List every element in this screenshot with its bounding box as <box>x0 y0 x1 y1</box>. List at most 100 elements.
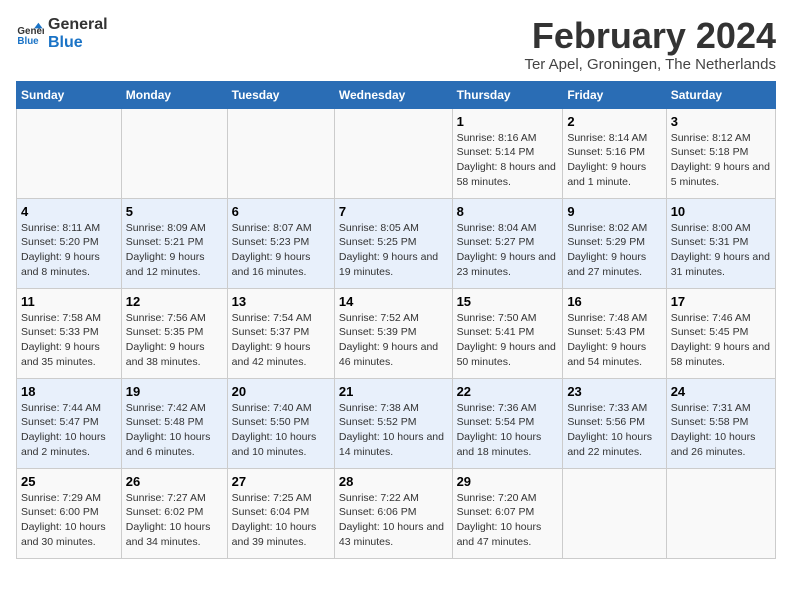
week-row-2: 4 Sunrise: 8:11 AM Sunset: 5:20 PM Daylig… <box>17 198 776 288</box>
day-cell: 1 Sunrise: 8:16 AM Sunset: 5:14 PM Daylig… <box>452 108 563 198</box>
day-cell: 29 Sunrise: 7:20 AM Sunset: 6:07 PM Dayli… <box>452 468 563 558</box>
day-info: Sunrise: 8:14 AM Sunset: 5:16 PM Dayligh… <box>567 131 661 190</box>
day-info: Sunrise: 7:46 AM Sunset: 5:45 PM Dayligh… <box>671 311 771 370</box>
day-number: 1 <box>457 114 559 129</box>
day-cell: 12 Sunrise: 7:56 AM Sunset: 5:35 PM Dayli… <box>121 288 227 378</box>
logo-line1: General <box>48 16 108 34</box>
day-cell <box>121 108 227 198</box>
day-cell: 15Sunrise: 7:50 AM Sunset: 5:41 PM Dayli… <box>452 288 563 378</box>
day-number: 8 <box>457 204 559 219</box>
day-number: 6 <box>232 204 330 219</box>
day-cell <box>563 468 666 558</box>
svg-text:Blue: Blue <box>17 35 39 46</box>
day-cell <box>227 108 334 198</box>
day-cell <box>666 468 775 558</box>
day-number: 4 <box>21 204 117 219</box>
day-cell: 18Sunrise: 7:44 AM Sunset: 5:47 PM Dayli… <box>17 378 122 468</box>
day-info: Sunrise: 7:56 AM Sunset: 5:35 PM Dayligh… <box>126 311 223 370</box>
day-cell: 27 Sunrise: 7:25 AM Sunset: 6:04 PM Dayli… <box>227 468 334 558</box>
day-info: Sunrise: 8:00 AM Sunset: 5:31 PM Dayligh… <box>671 221 771 280</box>
day-cell <box>334 108 452 198</box>
day-info: Sunrise: 7:33 AM Sunset: 5:56 PM Dayligh… <box>567 401 661 460</box>
day-info: Sunrise: 7:36 AM Sunset: 5:54 PM Dayligh… <box>457 401 559 460</box>
week-row-4: 18Sunrise: 7:44 AM Sunset: 5:47 PM Dayli… <box>17 378 776 468</box>
day-info: Sunrise: 7:54 AM Sunset: 5:37 PM Dayligh… <box>232 311 330 370</box>
day-cell: 14 Sunrise: 7:52 AM Sunset: 5:39 PM Dayli… <box>334 288 452 378</box>
day-cell: 11 Sunrise: 7:58 AM Sunset: 5:33 PM Dayli… <box>17 288 122 378</box>
day-number: 12 <box>126 294 223 309</box>
day-number: 15 <box>457 294 559 309</box>
day-info: Sunrise: 7:42 AM Sunset: 5:48 PM Dayligh… <box>126 401 223 460</box>
day-cell: 20Sunrise: 7:40 AM Sunset: 5:50 PM Dayli… <box>227 378 334 468</box>
day-info: Sunrise: 7:20 AM Sunset: 6:07 PM Dayligh… <box>457 491 559 550</box>
day-info: Sunrise: 7:58 AM Sunset: 5:33 PM Dayligh… <box>21 311 117 370</box>
header-cell-sunday: Sunday <box>17 81 122 108</box>
day-info: Sunrise: 7:40 AM Sunset: 5:50 PM Dayligh… <box>232 401 330 460</box>
header-row: SundayMondayTuesdayWednesdayThursdayFrid… <box>17 81 776 108</box>
day-info: Sunrise: 7:38 AM Sunset: 5:52 PM Dayligh… <box>339 401 448 460</box>
day-number: 25 <box>21 474 117 489</box>
day-number: 3 <box>671 114 771 129</box>
day-number: 16 <box>567 294 661 309</box>
day-cell: 23 Sunrise: 7:33 AM Sunset: 5:56 PM Dayli… <box>563 378 666 468</box>
day-info: Sunrise: 7:48 AM Sunset: 5:43 PM Dayligh… <box>567 311 661 370</box>
day-info: Sunrise: 7:52 AM Sunset: 5:39 PM Dayligh… <box>339 311 448 370</box>
day-number: 23 <box>567 384 661 399</box>
day-number: 9 <box>567 204 661 219</box>
logo-line2: Blue <box>48 34 108 52</box>
day-cell: 19 Sunrise: 7:42 AM Sunset: 5:48 PM Dayli… <box>121 378 227 468</box>
day-number: 29 <box>457 474 559 489</box>
day-number: 5 <box>126 204 223 219</box>
day-cell: 2Sunrise: 8:14 AM Sunset: 5:16 PM Daylig… <box>563 108 666 198</box>
header-cell-thursday: Thursday <box>452 81 563 108</box>
header-cell-friday: Friday <box>563 81 666 108</box>
day-number: 24 <box>671 384 771 399</box>
day-number: 14 <box>339 294 448 309</box>
day-cell: 21Sunrise: 7:38 AM Sunset: 5:52 PM Dayli… <box>334 378 452 468</box>
header-cell-monday: Monday <box>121 81 227 108</box>
week-row-3: 11 Sunrise: 7:58 AM Sunset: 5:33 PM Dayli… <box>17 288 776 378</box>
day-cell: 9 Sunrise: 8:02 AM Sunset: 5:29 PM Daylig… <box>563 198 666 288</box>
day-cell: 25 Sunrise: 7:29 AM Sunset: 6:00 PM Dayli… <box>17 468 122 558</box>
day-number: 11 <box>21 294 117 309</box>
day-info: Sunrise: 8:07 AM Sunset: 5:23 PM Dayligh… <box>232 221 330 280</box>
day-cell: 16 Sunrise: 7:48 AM Sunset: 5:43 PM Dayli… <box>563 288 666 378</box>
day-info: Sunrise: 7:29 AM Sunset: 6:00 PM Dayligh… <box>21 491 117 550</box>
week-row-5: 25 Sunrise: 7:29 AM Sunset: 6:00 PM Dayli… <box>17 468 776 558</box>
day-cell: 26 Sunrise: 7:27 AM Sunset: 6:02 PM Dayli… <box>121 468 227 558</box>
day-cell: 22Sunrise: 7:36 AM Sunset: 5:54 PM Dayli… <box>452 378 563 468</box>
day-info: Sunrise: 7:27 AM Sunset: 6:02 PM Dayligh… <box>126 491 223 550</box>
day-info: Sunrise: 7:31 AM Sunset: 5:58 PM Dayligh… <box>671 401 771 460</box>
day-number: 26 <box>126 474 223 489</box>
day-cell: 6 Sunrise: 8:07 AM Sunset: 5:23 PM Daylig… <box>227 198 334 288</box>
day-number: 7 <box>339 204 448 219</box>
day-number: 13 <box>232 294 330 309</box>
header-cell-wednesday: Wednesday <box>334 81 452 108</box>
day-info: Sunrise: 8:04 AM Sunset: 5:27 PM Dayligh… <box>457 221 559 280</box>
day-info: Sunrise: 7:25 AM Sunset: 6:04 PM Dayligh… <box>232 491 330 550</box>
day-info: Sunrise: 8:12 AM Sunset: 5:18 PM Dayligh… <box>671 131 771 190</box>
day-cell: 13 Sunrise: 7:54 AM Sunset: 5:37 PM Dayli… <box>227 288 334 378</box>
header-cell-tuesday: Tuesday <box>227 81 334 108</box>
day-info: Sunrise: 8:11 AM Sunset: 5:20 PM Dayligh… <box>21 221 117 280</box>
day-cell: 3 Sunrise: 8:12 AM Sunset: 5:18 PM Daylig… <box>666 108 775 198</box>
day-info: Sunrise: 8:05 AM Sunset: 5:25 PM Dayligh… <box>339 221 448 280</box>
day-number: 19 <box>126 384 223 399</box>
day-info: Sunrise: 7:22 AM Sunset: 6:06 PM Dayligh… <box>339 491 448 550</box>
day-cell: 24 Sunrise: 7:31 AM Sunset: 5:58 PM Dayli… <box>666 378 775 468</box>
title-area: February 2024 Ter Apel, Groningen, The N… <box>524 16 776 73</box>
day-cell: 5Sunrise: 8:09 AM Sunset: 5:21 PM Daylig… <box>121 198 227 288</box>
main-title: February 2024 <box>524 16 776 56</box>
day-number: 27 <box>232 474 330 489</box>
day-cell: 10Sunrise: 8:00 AM Sunset: 5:31 PM Dayli… <box>666 198 775 288</box>
day-number: 17 <box>671 294 771 309</box>
header-cell-saturday: Saturday <box>666 81 775 108</box>
week-row-1: 1 Sunrise: 8:16 AM Sunset: 5:14 PM Daylig… <box>17 108 776 198</box>
calendar-table: SundayMondayTuesdayWednesdayThursdayFrid… <box>16 81 776 559</box>
day-cell: 17 Sunrise: 7:46 AM Sunset: 5:45 PM Dayli… <box>666 288 775 378</box>
day-info: Sunrise: 8:16 AM Sunset: 5:14 PM Dayligh… <box>457 131 559 190</box>
day-cell: 4 Sunrise: 8:11 AM Sunset: 5:20 PM Daylig… <box>17 198 122 288</box>
logo-icon: General Blue <box>16 20 44 48</box>
day-info: Sunrise: 7:44 AM Sunset: 5:47 PM Dayligh… <box>21 401 117 460</box>
day-info: Sunrise: 8:02 AM Sunset: 5:29 PM Dayligh… <box>567 221 661 280</box>
